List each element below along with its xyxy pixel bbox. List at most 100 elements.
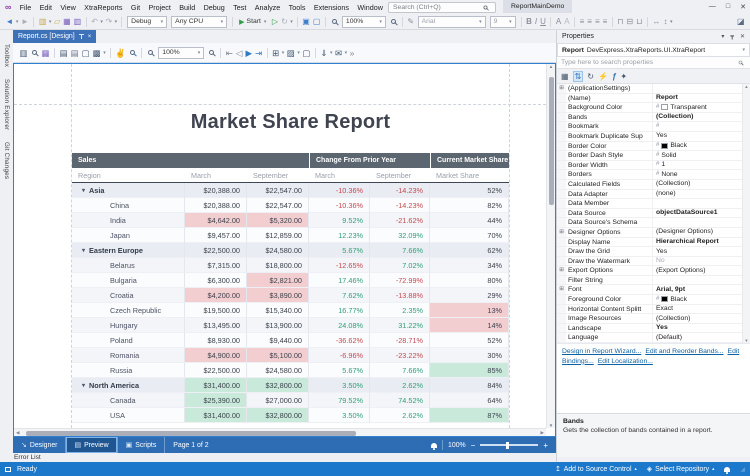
tab-scripts[interactable]: ▣Scripts [118,437,166,453]
chevron-down-icon[interactable]: ▾ [345,50,348,56]
property-value[interactable]: Arial, 9pt [653,285,750,294]
window-position-icon[interactable]: ▾ [721,33,724,40]
page-setup-icon[interactable]: ▢ [82,46,90,60]
menu-extensions[interactable]: Extensions [310,3,354,12]
undo-icon[interactable]: ↶ [91,15,98,29]
property-row[interactable]: Draw the WatermarkNo [557,257,750,267]
property-value[interactable]: #Solid [653,151,750,160]
chevron-down-icon[interactable]: ▾ [670,19,673,25]
chevron-down-icon[interactable]: ▾ [103,50,106,56]
property-value[interactable] [653,84,750,93]
property-value[interactable]: objectDataSource1 [653,209,750,218]
zoom-out-icon[interactable] [148,50,153,55]
menu-debug[interactable]: Debug [199,3,229,12]
close-icon[interactable]: ✕ [740,33,745,40]
chevron-down-icon[interactable]: ▾ [100,19,103,25]
toolbar-overflow-icon[interactable]: » [350,46,355,60]
collapse-chevron-icon[interactable]: ▾ [82,382,85,389]
search-input[interactable]: Search (Ctrl+Q) [388,2,496,13]
property-row[interactable]: Borders#None [557,170,750,180]
property-row[interactable]: Background Color#Transparent [557,103,750,113]
property-row[interactable]: Filter String [557,276,750,286]
property-row[interactable]: Data SourceobjectDataSource1 [557,209,750,219]
property-pages-icon[interactable]: ↻ [587,72,594,81]
search-icon[interactable] [32,50,37,55]
platform-combo[interactable]: Any CPU▾ [171,16,227,28]
menu-window[interactable]: Window [353,3,387,12]
property-row[interactable]: Foreground Color#Black [557,295,750,305]
format-painter-icon[interactable]: ◪ [737,15,745,29]
send-email-icon[interactable]: ✉ [335,46,342,60]
chevron-down-icon[interactable]: ▾ [282,50,285,56]
designer-zoom-combo[interactable]: 100%▾ [342,16,386,28]
fill-color-icon[interactable]: A [564,15,569,29]
scroll-up-icon[interactable]: ▲ [549,64,553,69]
bold-icon[interactable]: B [526,15,532,29]
start-without-debug-icon[interactable]: ▷ [272,15,278,29]
property-value[interactable]: #None [653,170,750,179]
command-link[interactable]: Design in Report Wizard... [562,348,641,355]
pin-icon[interactable]: ┳ [730,33,734,40]
chevron-down-icon[interactable]: ▾ [49,19,52,25]
document-map-icon[interactable]: ▥ [20,46,28,60]
property-row[interactable]: Image Resources(Collection) [557,314,750,324]
expand-icon[interactable]: ⊞ [557,84,566,93]
methods-icon[interactable]: ƒ [612,72,616,81]
align-left-icon[interactable]: ≡ [580,15,585,29]
tab-designer[interactable]: ↘Designer [13,437,66,453]
scroll-up-icon[interactable]: ▲ [744,84,748,89]
pin-icon[interactable] [79,34,84,39]
property-value[interactable]: Report [653,94,750,103]
property-row[interactable]: Bookmark# [557,122,750,132]
menu-file[interactable]: File [15,3,35,12]
nav-forward-icon[interactable]: ► [21,15,29,29]
property-row[interactable]: Draw the GridYes [557,247,750,257]
tab-report-design[interactable]: Report.cs [Design] × [13,30,96,43]
property-value[interactable]: (Collection) [653,180,750,189]
property-value[interactable]: #Black [653,142,750,151]
property-value[interactable]: Hierarchical Report [653,238,750,247]
previous-page-icon[interactable]: ◁ [236,46,243,60]
vertical-align-bottom-icon[interactable]: ⊔ [636,15,642,29]
property-value[interactable]: (Collection) [653,113,750,122]
chevron-down-icon[interactable]: ▾ [290,19,293,25]
property-row[interactable]: ⊞(ApplicationSettings) [557,84,750,94]
device-preview-icon[interactable]: ▢ [313,15,321,29]
property-row[interactable]: ⊞Export Options(Export Options) [557,266,750,276]
property-value[interactable]: (Collection) [653,314,750,323]
page-color-icon[interactable]: ▨ [287,46,295,60]
property-row[interactable]: Border Dash Style#Solid [557,151,750,161]
property-row[interactable]: LandscapeYes [557,324,750,334]
property-value[interactable]: #1 [653,161,750,170]
align-right-icon[interactable]: ≡ [595,15,600,29]
menu-analyze[interactable]: Analyze [251,3,285,12]
watermark-icon[interactable]: ▩ [93,46,101,60]
property-value[interactable]: #Black [653,295,750,304]
property-value[interactable]: (Default) [653,333,750,342]
property-value[interactable] [653,276,750,285]
properties-search-input[interactable]: Type here to search properties [557,57,750,69]
property-row[interactable]: ⊞Designer Options(Designer Options) [557,228,750,238]
open-folder-icon[interactable]: ▱ [54,15,60,29]
zoom-slider[interactable] [480,444,538,446]
underline-icon[interactable]: U [540,15,546,29]
close-icon[interactable]: ✕ [740,3,746,11]
hand-tool-icon[interactable]: ✌ [115,46,126,60]
horizontal-scrollbar[interactable]: ◀ ▶ [14,428,546,436]
export-document-icon[interactable]: ⇓ [320,46,327,60]
error-list-panel[interactable]: Error List [0,453,556,462]
vertical-align-center-icon[interactable]: ⊟ [627,15,634,29]
save-document-icon[interactable]: ▦ [42,46,50,60]
chevron-down-icon[interactable]: ▾ [330,50,333,56]
property-grid-scrollbar[interactable]: ▲ ▼ [742,84,750,343]
edit-style-icon[interactable]: ✎ [407,15,414,29]
zoom-out-icon[interactable] [332,19,337,24]
equal-height-icon[interactable]: ↕ [664,15,668,29]
vertical-scrollbar[interactable]: ▲ ▼ [546,64,555,428]
expand-icon[interactable]: ⊞ [557,266,566,275]
property-value[interactable]: # [653,122,750,131]
zoom-slider-thumb[interactable] [506,442,509,449]
redo-icon[interactable]: ↷ [105,15,112,29]
scroll-down-icon[interactable]: ▼ [744,338,748,343]
property-value[interactable]: #Transparent [653,103,750,112]
